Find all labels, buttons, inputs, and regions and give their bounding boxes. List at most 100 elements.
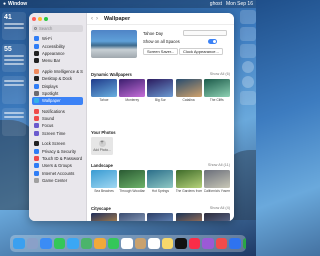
dock-maps-icon[interactable] [80, 237, 92, 250]
screen-saver-button[interactable]: Screen Saver... [143, 48, 179, 55]
dock-mail-icon[interactable] [67, 237, 79, 250]
sidebar-item-displays[interactable]: Displays [32, 82, 83, 89]
search-field[interactable]: Search [32, 25, 83, 32]
wallpaper-tile[interactable] [175, 213, 202, 221]
sidebar-item-desktop-dock[interactable]: Desktop & Dock [32, 75, 83, 82]
sidebar-item-screen-time[interactable]: Screen Time [32, 130, 83, 137]
dock-notes-icon[interactable] [161, 237, 173, 250]
wallpaper-tiles [91, 213, 230, 221]
widget-calendar[interactable] [2, 76, 26, 104]
widget-stocks[interactable]: 55 [2, 44, 26, 72]
close-button[interactable] [32, 17, 36, 21]
clock-appearance-button[interactable]: Clock Appearance... [179, 48, 223, 55]
wallpaper-tile[interactable]: Sea Beaches [91, 170, 117, 193]
wallpaper-tile[interactable]: California's Yosemite Valley [203, 170, 230, 193]
sidebar-item-users-groups[interactable]: Users & Groups [32, 162, 83, 169]
wallpaper-tile[interactable]: Big Sur [147, 79, 174, 102]
sidebar-item-notifications[interactable]: Notifications [32, 108, 83, 115]
wallpaper-tile[interactable] [203, 213, 230, 221]
sidebar-item-focus[interactable]: Focus [32, 122, 83, 129]
dock-numbers-icon[interactable] [242, 237, 246, 250]
show-all-button[interactable]: Show All (11) [208, 163, 230, 168]
dock-contacts-icon[interactable] [134, 237, 146, 250]
wallpaper-label: California's Yosemite Valley [203, 189, 230, 193]
sidebar-item-touch-id-password[interactable]: Touch ID & Password [32, 155, 83, 162]
wallpaper-tile[interactable] [119, 213, 146, 221]
sidebar-item-sound[interactable]: Sound [32, 115, 83, 122]
wallpaper-style-select[interactable] [183, 30, 227, 36]
widget-weather[interactable]: 41 [2, 12, 26, 40]
forward-icon[interactable]: › [96, 16, 98, 22]
apple-icon[interactable]: ● [3, 1, 6, 7]
wallpaper-thumbnail [147, 79, 174, 97]
dock-reminders-icon[interactable] [148, 237, 160, 250]
wallpaper-tile[interactable]: Hot Springs [147, 170, 174, 193]
menu-bar-user[interactable]: ghost [210, 1, 222, 7]
dock-calendar-icon[interactable] [121, 237, 133, 250]
wallpaper-tiles: Sea Beaches Through Woodlands Hot Springs T… [91, 170, 230, 193]
sidebar-item-label: Apple Intelligence & Siri [42, 68, 83, 74]
dock-podcasts-icon[interactable] [202, 237, 214, 250]
dock-launchpad-icon[interactable] [26, 237, 38, 250]
widget-right-clock[interactable] [242, 61, 254, 73]
widget-right-2[interactable] [240, 27, 256, 41]
sidebar-item-appearance[interactable]: Appearance [32, 50, 83, 57]
widget-right-clock-2[interactable] [242, 76, 254, 88]
show-all-button[interactable]: Show All (4) [210, 206, 230, 211]
wallpaper-label: Monterey [125, 98, 140, 102]
wallpaper-tile[interactable] [91, 213, 117, 221]
show-all-spaces-toggle[interactable] [208, 39, 217, 44]
sidebar: Search Wi-Fi Accessibility Appearance Menu … [29, 13, 87, 221]
sidebar-item-menu-bar[interactable]: Menu Bar [32, 57, 83, 64]
dock-tv-icon[interactable] [175, 237, 187, 250]
sound-icon [34, 116, 39, 122]
wallpaper-label: The Gardens from Above [175, 189, 202, 193]
sidebar-item-label: Accessibility [42, 43, 65, 49]
current-wallpaper-preview[interactable] [91, 30, 137, 58]
wallpaper-thumbnail [119, 79, 146, 97]
dock-messages-icon[interactable] [53, 237, 65, 250]
sidebar-item-spotlight[interactable]: Spotlight [32, 90, 83, 97]
dock-news-icon[interactable] [215, 237, 227, 250]
appearance-icon [34, 50, 39, 56]
back-icon[interactable]: ‹ [91, 16, 93, 22]
widget-right-1[interactable] [240, 10, 256, 24]
wallpaper-label: Catalina [182, 98, 195, 102]
dock-finder-icon[interactable] [13, 237, 25, 250]
wallpaper-tile[interactable]: Monterey [119, 79, 146, 102]
desktop-dock-icon [34, 76, 39, 82]
add-photo-button[interactable]: + Add Photo... [91, 137, 113, 155]
sidebar-item-lock-screen[interactable]: Lock Screen [32, 140, 83, 147]
sidebar-item-internet-accounts[interactable]: Internet Accounts [32, 170, 83, 177]
dock-photos-icon[interactable] [94, 237, 106, 250]
menu-bar-app-name[interactable]: Window [8, 1, 27, 7]
menu-bar-clock[interactable]: Mon Sep 16 [226, 1, 253, 7]
sidebar-item-apple-intelligence-siri[interactable]: Apple Intelligence & Siri [32, 68, 83, 75]
show-all-button[interactable]: Show All (6) [210, 72, 230, 77]
widget-reminders[interactable] [2, 108, 26, 136]
wallpaper-tile[interactable]: Catalina [175, 79, 202, 102]
wallpaper-tile[interactable]: The Gardens from Above [175, 170, 202, 193]
wallpaper-thumbnail [91, 79, 117, 97]
users-groups-icon [34, 163, 39, 169]
settings-window: Search Wi-Fi Accessibility Appearance Menu … [29, 13, 234, 221]
dock-safari-icon[interactable] [40, 237, 52, 250]
sidebar-item-wi-fi[interactable]: Wi-Fi [32, 35, 83, 42]
section-title: Dynamic Wallpapers [91, 72, 132, 77]
minimize-button[interactable] [38, 17, 42, 21]
widget-right-4[interactable] [240, 91, 256, 105]
wallpaper-tile[interactable]: The Cliffs [203, 79, 230, 102]
sidebar-item-privacy-security[interactable]: Privacy & Security [32, 147, 83, 154]
sidebar-item-game-center[interactable]: Game Center [32, 177, 83, 184]
sidebar-item-wallpaper[interactable]: Wallpaper [32, 97, 83, 105]
dock-keynote-icon[interactable] [229, 237, 241, 250]
wallpaper-tile[interactable] [147, 213, 174, 221]
dock-music-icon[interactable] [188, 237, 200, 250]
widget-right-3[interactable] [240, 44, 256, 58]
sidebar-item-accessibility[interactable]: Accessibility [32, 42, 83, 49]
page-title: Wallpaper [104, 15, 131, 22]
dock-facetime-icon[interactable] [107, 237, 119, 250]
zoom-button[interactable] [44, 17, 48, 21]
wallpaper-tile[interactable]: Tahoe [91, 79, 117, 102]
wallpaper-tile[interactable]: Through Woodlands [119, 170, 146, 193]
